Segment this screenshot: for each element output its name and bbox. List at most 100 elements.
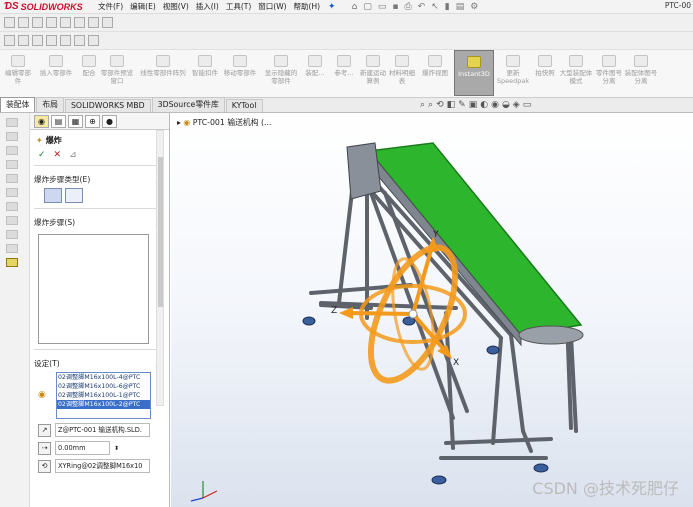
- tool-icon[interactable]: [102, 17, 113, 28]
- steps-header[interactable]: 爆炸步骤(S) ︿: [34, 208, 163, 228]
- spinner-icon[interactable]: ⬍: [114, 445, 119, 452]
- ribbon-insert-component[interactable]: 插入零部件: [34, 50, 78, 96]
- tool-icon[interactable]: [74, 17, 85, 28]
- ribbon-edit-component[interactable]: 编辑零部件: [2, 50, 34, 96]
- tool-icon[interactable]: [4, 17, 15, 28]
- ribbon-assembly-number-split[interactable]: 装配体图号分离: [624, 50, 658, 96]
- rotation-input[interactable]: XYRing@02调整脚M16x10: [55, 459, 150, 473]
- tool-icon[interactable]: [88, 35, 99, 46]
- rebuild-icon[interactable]: ▮: [445, 2, 450, 12]
- view-settings-icon[interactable]: ▭: [523, 100, 532, 110]
- ribbon-update-speedpak[interactable]: 更新Speedpak: [494, 50, 532, 96]
- step-type-header[interactable]: 爆炸步骤类型(E) ︿: [34, 165, 163, 185]
- feature-tree-tab-icon[interactable]: ▤: [51, 114, 66, 128]
- display-manager-tab-icon[interactable]: ●: [102, 114, 117, 128]
- menu-edit[interactable]: 编辑(E): [130, 1, 156, 12]
- dimxpert-tab-icon[interactable]: ⊕: [85, 114, 100, 128]
- hide-show-icon[interactable]: ◉: [491, 100, 499, 110]
- feature-icon[interactable]: [6, 202, 18, 211]
- menu-insert[interactable]: 插入(I): [196, 1, 219, 12]
- previous-view-icon[interactable]: ⟲: [436, 100, 444, 110]
- list-item[interactable]: 02调整脚M16x100L-6@PTC: [57, 382, 150, 391]
- ribbon-exploded-view[interactable]: 爆炸视图: [416, 50, 454, 96]
- selected-components-list[interactable]: 02调整脚M16x100L-4@PTC 02调整脚M16x100L-6@PTC …: [56, 372, 151, 419]
- tool-icon[interactable]: [18, 35, 29, 46]
- radial-step-icon[interactable]: [65, 188, 83, 203]
- tool-icon[interactable]: [88, 17, 99, 28]
- regular-step-icon[interactable]: [44, 188, 62, 203]
- pin-icon[interactable]: ✦: [328, 2, 336, 12]
- undo-icon[interactable]: ↶: [418, 2, 426, 12]
- rotation-icon[interactable]: ⟲: [38, 459, 51, 473]
- tool-icon[interactable]: [46, 35, 57, 46]
- save-icon[interactable]: ▪: [392, 2, 398, 12]
- cancel-button[interactable]: ✕: [54, 150, 62, 160]
- list-item-selected[interactable]: 02调整脚M16x100L-2@PTC: [57, 400, 150, 409]
- feature-icon[interactable]: [6, 174, 18, 183]
- select-icon[interactable]: ↖: [431, 2, 439, 12]
- ribbon-component-preview[interactable]: 零部件预览窗口: [100, 50, 134, 96]
- ribbon-mate[interactable]: 配合: [78, 50, 100, 96]
- feature-icon[interactable]: [6, 230, 18, 239]
- settings-header[interactable]: 设定(T) ︿: [34, 349, 163, 369]
- scrollbar-thumb[interactable]: [158, 157, 163, 307]
- view-orientation-icon[interactable]: ▣: [469, 100, 478, 110]
- menu-file[interactable]: 文件(F): [98, 1, 123, 12]
- ribbon-reference-geometry[interactable]: 参考...: [330, 50, 358, 96]
- menu-help[interactable]: 帮助(H): [294, 1, 321, 12]
- tool-icon[interactable]: [32, 35, 43, 46]
- conveyor-model[interactable]: Y Z X: [171, 113, 693, 507]
- zoom-area-icon[interactable]: ⌕: [428, 100, 433, 110]
- zoom-fit-icon[interactable]: ⌕: [420, 100, 425, 110]
- tab-kytool[interactable]: KYTool: [225, 99, 263, 112]
- menu-window[interactable]: 窗口(W): [258, 1, 286, 12]
- feature-icon[interactable]: [6, 244, 18, 253]
- tool-icon[interactable]: [60, 35, 71, 46]
- appearance-icon[interactable]: ◒: [502, 100, 510, 110]
- file-props-icon[interactable]: ▤: [456, 2, 465, 12]
- config-manager-tab-icon[interactable]: ▦: [68, 114, 83, 128]
- ribbon-snapshot[interactable]: 拍快照: [532, 50, 558, 96]
- tool-icon[interactable]: [4, 35, 15, 46]
- tool-icon[interactable]: [60, 17, 71, 28]
- ribbon-part-number-split[interactable]: 零件图号分离: [594, 50, 624, 96]
- feature-icon[interactable]: [6, 216, 18, 225]
- ok-button[interactable]: ✓: [38, 150, 46, 160]
- menu-tools[interactable]: 工具(T): [226, 1, 251, 12]
- dynamic-annotation-icon[interactable]: ✎: [458, 100, 466, 110]
- print-icon[interactable]: ⎙: [404, 2, 411, 12]
- tool-icon[interactable]: [18, 17, 29, 28]
- scene-icon[interactable]: ◈: [513, 100, 520, 110]
- ribbon-show-hidden[interactable]: 显示隐藏的零部件: [262, 50, 300, 96]
- list-item[interactable]: 02调整脚M16x100L-4@PTC: [57, 373, 150, 382]
- tool-icon[interactable]: [74, 35, 85, 46]
- ribbon-new-motion-study[interactable]: 新建运动算例: [358, 50, 388, 96]
- feature-icon[interactable]: [6, 160, 18, 169]
- pushpin-icon[interactable]: ⊿: [69, 150, 77, 160]
- graphics-area[interactable]: ▸ ◉ PTC-001 输送机构 (... Y Z X CSDN @技术死肥仔: [171, 113, 693, 507]
- list-item[interactable]: 02调整脚M16x100L-1@PTC: [57, 391, 150, 400]
- options-icon[interactable]: ⚙: [470, 2, 478, 12]
- ribbon-bom[interactable]: 材料明细表: [388, 50, 416, 96]
- menu-view[interactable]: 视图(V): [163, 1, 189, 12]
- feature-icon[interactable]: [6, 146, 18, 155]
- feature-icon[interactable]: [6, 132, 18, 141]
- direction-icon[interactable]: ↗: [38, 423, 51, 437]
- tab-3dsource[interactable]: 3DSource零件库: [151, 97, 225, 112]
- property-manager-tab-icon[interactable]: ◉: [34, 114, 49, 128]
- ribbon-assembly-features[interactable]: 装配...: [300, 50, 330, 96]
- tool-icon[interactable]: [46, 17, 57, 28]
- direction-input[interactable]: Z@PTC-001 输送机构.SLD.: [55, 423, 150, 437]
- feature-icon[interactable]: [6, 188, 18, 197]
- display-style-icon[interactable]: ◐: [480, 100, 488, 110]
- ribbon-large-assembly[interactable]: 大型装配体模式: [558, 50, 594, 96]
- pm-scrollbar[interactable]: [156, 130, 164, 406]
- ribbon-move-component[interactable]: 移动零部件: [218, 50, 262, 96]
- tab-layout[interactable]: 布局: [36, 97, 64, 112]
- home-icon[interactable]: ⌂: [352, 2, 358, 12]
- new-icon[interactable]: ▢: [363, 2, 372, 12]
- explode-steps-list[interactable]: [38, 234, 149, 344]
- distance-input[interactable]: 0.00mm: [55, 441, 110, 455]
- ribbon-smart-fasteners[interactable]: 智能扣件: [192, 50, 218, 96]
- open-icon[interactable]: ▭: [378, 2, 387, 12]
